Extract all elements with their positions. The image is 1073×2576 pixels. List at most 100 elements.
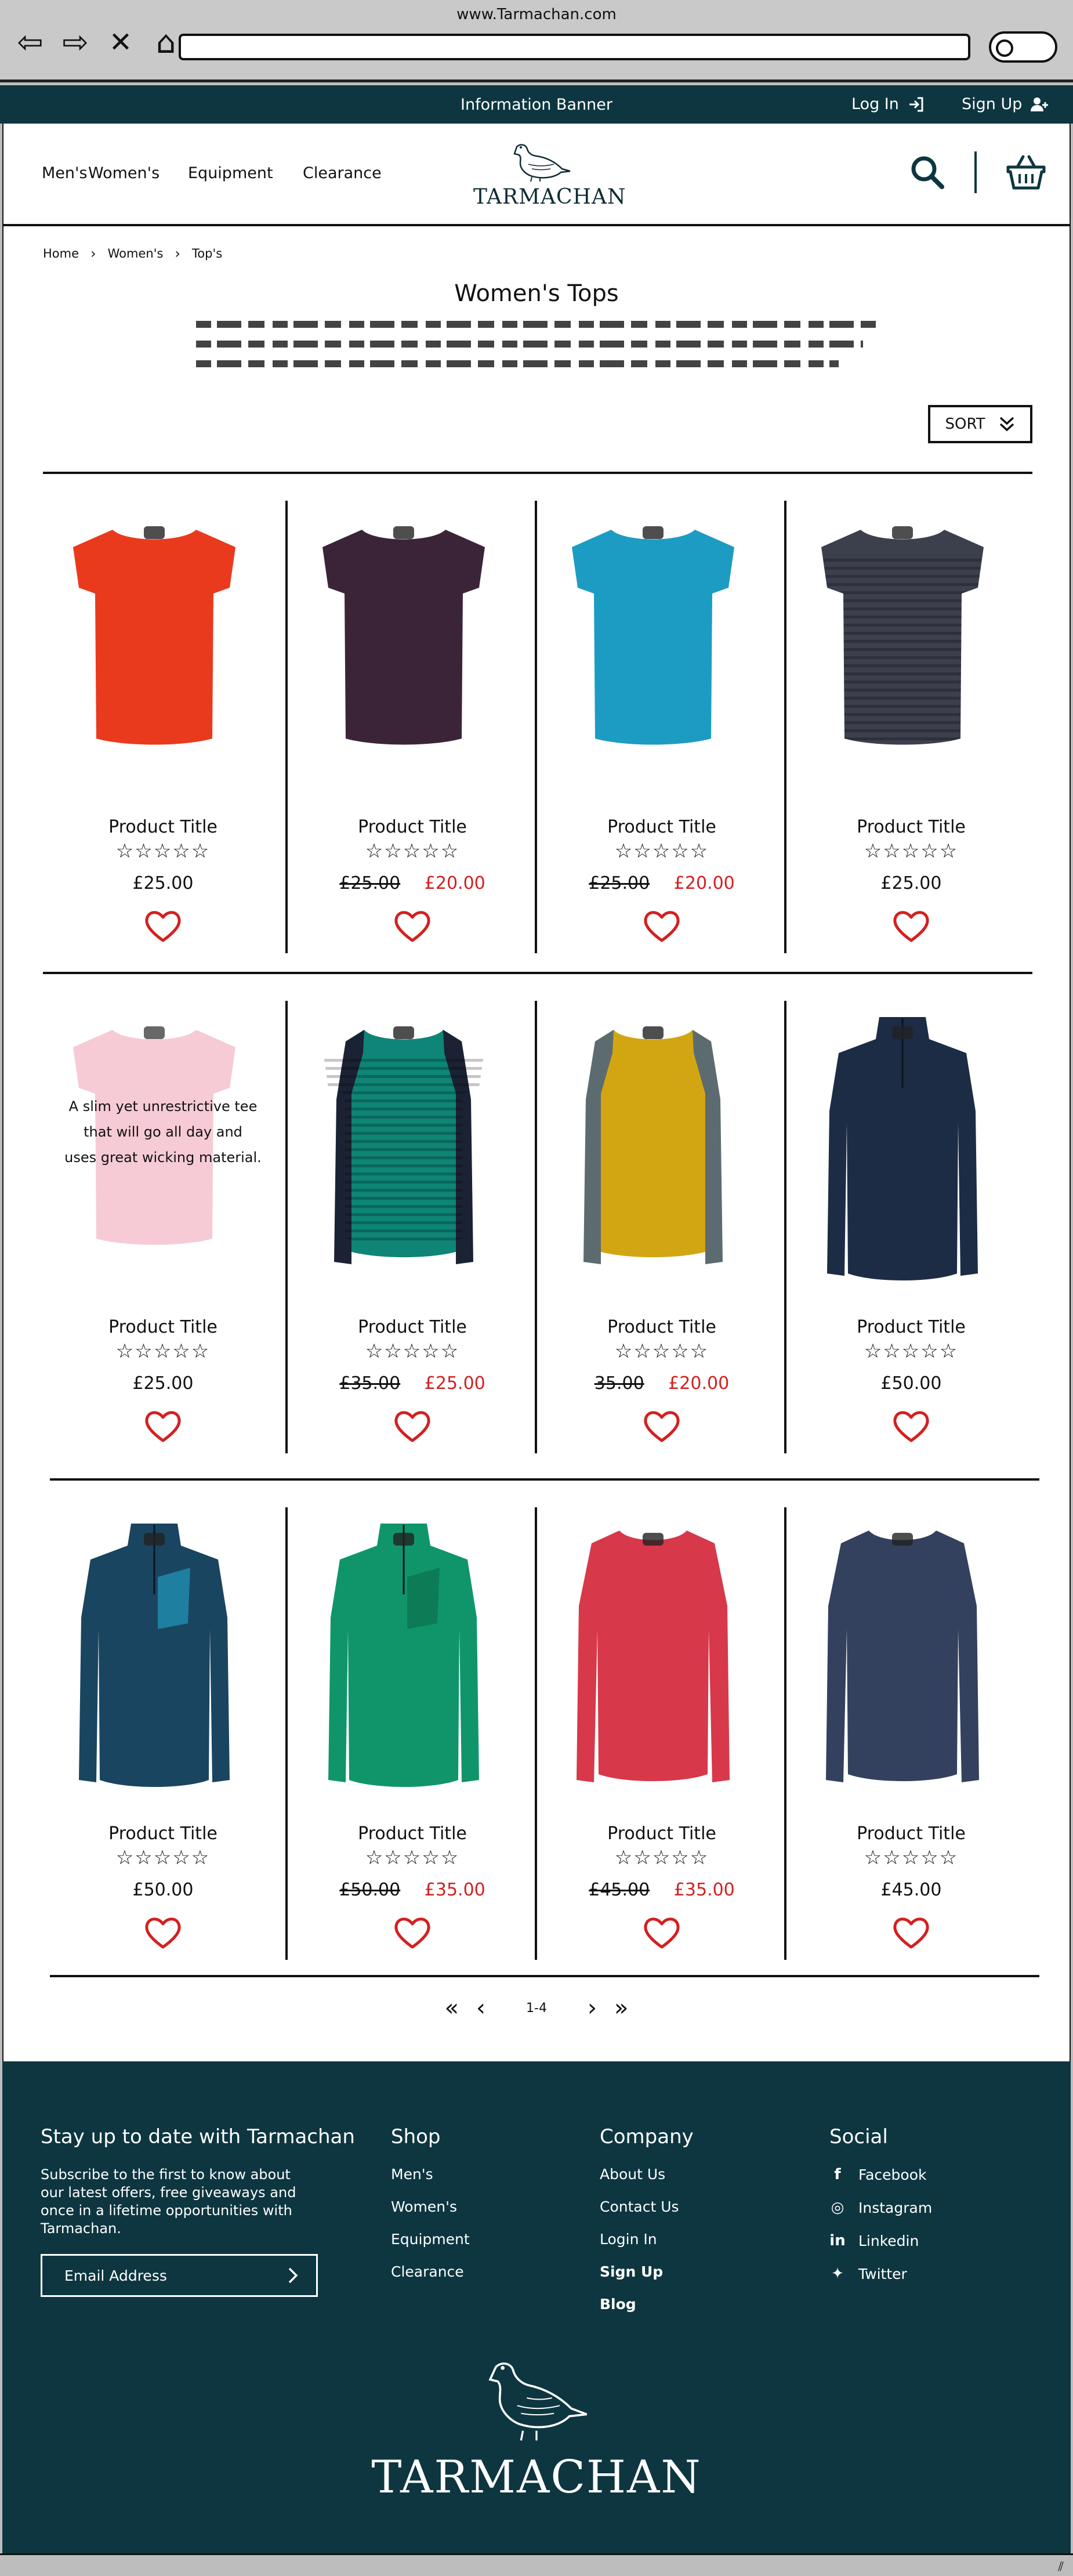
- first-page-icon[interactable]: «: [445, 1995, 459, 2021]
- product-card[interactable]: Product Title ☆☆☆☆☆ £35.00 £25.00: [288, 995, 537, 1453]
- nav-item[interactable]: Equipment: [188, 164, 303, 182]
- breadcrumb-home[interactable]: Home: [43, 247, 79, 261]
- previous-page-icon[interactable]: ‹: [476, 1995, 485, 2021]
- product-image[interactable]: [44, 1513, 264, 1803]
- old-price: £45.00: [589, 1880, 650, 1900]
- current-price: £25.00: [880, 873, 942, 893]
- wishlist-heart-icon[interactable]: [392, 1408, 433, 1444]
- close-icon[interactable]: ✕: [104, 23, 137, 61]
- product-title[interactable]: Product Title: [786, 1317, 1036, 1337]
- footer-link[interactable]: ✦ Twitter: [829, 2265, 932, 2282]
- product-card[interactable]: Product Title ☆☆☆☆☆ £50.00: [786, 995, 1036, 1448]
- wishlist-heart-icon[interactable]: [891, 908, 931, 944]
- product-image[interactable]: [293, 506, 514, 797]
- product-title[interactable]: Product Title: [537, 817, 786, 837]
- search-icon[interactable]: [909, 154, 945, 190]
- rating-stars[interactable]: ☆☆☆☆☆: [537, 840, 786, 863]
- footer-link[interactable]: Clearance: [391, 2263, 470, 2280]
- address-bar[interactable]: [179, 34, 970, 60]
- rating-stars[interactable]: ☆☆☆☆☆: [537, 1846, 786, 1869]
- wishlist-heart-icon[interactable]: [143, 1915, 183, 1951]
- product-card[interactable]: Product Title ☆☆☆☆☆ £45.00: [786, 1502, 1036, 1954]
- forward-icon[interactable]: ⇨: [59, 23, 92, 61]
- product-title[interactable]: Product Title: [288, 1824, 537, 1844]
- product-title[interactable]: Product Title: [38, 817, 288, 837]
- product-image[interactable]: [792, 1513, 1013, 1803]
- rating-stars[interactable]: ☆☆☆☆☆: [38, 840, 288, 863]
- browser-search[interactable]: [989, 31, 1057, 63]
- footer-link[interactable]: Blog: [600, 2296, 694, 2313]
- rating-stars[interactable]: ☆☆☆☆☆: [288, 1846, 537, 1869]
- login-link[interactable]: Log In: [851, 95, 925, 113]
- home-icon[interactable]: ⌂: [150, 23, 182, 61]
- product-card[interactable]: A slim yet unrestrictive tee that will go…: [38, 995, 288, 1453]
- product-image[interactable]: [543, 506, 763, 797]
- product-image[interactable]: [543, 1007, 763, 1297]
- wishlist-heart-icon[interactable]: [143, 908, 183, 944]
- rating-stars[interactable]: ☆☆☆☆☆: [786, 840, 1036, 863]
- product-card[interactable]: Product Title ☆☆☆☆☆ £50.00 £35.00: [288, 1502, 537, 1960]
- product-image[interactable]: [543, 1513, 763, 1803]
- footer-link[interactable]: Sign Up: [600, 2263, 694, 2280]
- rating-stars[interactable]: ☆☆☆☆☆: [288, 1340, 537, 1363]
- wishlist-heart-icon[interactable]: [641, 908, 682, 944]
- product-card[interactable]: Product Title ☆☆☆☆☆ 35.00 £20.00: [537, 995, 786, 1453]
- rating-stars[interactable]: ☆☆☆☆☆: [537, 1340, 786, 1363]
- wishlist-heart-icon[interactable]: [641, 1408, 682, 1444]
- product-card[interactable]: Product Title ☆☆☆☆☆ £45.00 £35.00: [537, 1502, 786, 1960]
- footer-link[interactable]: About Us: [600, 2166, 694, 2183]
- wishlist-heart-icon[interactable]: [392, 1915, 433, 1951]
- signup-link[interactable]: Sign Up: [962, 95, 1050, 113]
- next-page-icon[interactable]: ›: [588, 1995, 597, 2021]
- product-image[interactable]: [44, 506, 264, 797]
- footer-link[interactable]: Contact Us: [600, 2198, 694, 2215]
- nav-item[interactable]: Men's: [42, 164, 88, 182]
- rating-stars[interactable]: ☆☆☆☆☆: [288, 840, 537, 863]
- basket-icon[interactable]: [1006, 154, 1046, 190]
- product-title[interactable]: Product Title: [38, 1824, 288, 1844]
- sort-button[interactable]: SORT: [928, 405, 1032, 443]
- last-page-icon[interactable]: »: [614, 1995, 628, 2021]
- product-card[interactable]: Product Title ☆☆☆☆☆ £25.00 £20.00: [288, 495, 537, 953]
- product-title[interactable]: Product Title: [786, 1824, 1036, 1844]
- resize-handle-icon[interactable]: ⫽: [1058, 2560, 1064, 2574]
- wishlist-heart-icon[interactable]: [143, 1408, 183, 1444]
- nav-item[interactable]: Clearance: [303, 164, 396, 182]
- product-image[interactable]: [293, 1007, 514, 1297]
- footer-link[interactable]: ◎ Instagram: [829, 2199, 933, 2216]
- product-title[interactable]: Product Title: [786, 817, 1036, 837]
- rating-stars[interactable]: ☆☆☆☆☆: [38, 1340, 288, 1363]
- product-card[interactable]: Product Title ☆☆☆☆☆ £25.00: [786, 495, 1036, 947]
- footer-link[interactable]: Login In: [600, 2231, 694, 2248]
- footer-link[interactable]: Equipment: [391, 2231, 470, 2248]
- chevron-right-icon[interactable]: [287, 2267, 299, 2284]
- footer-link[interactable]: Women's: [391, 2198, 470, 2215]
- wishlist-heart-icon[interactable]: [641, 1915, 682, 1951]
- product-title[interactable]: Product Title: [537, 1317, 786, 1337]
- product-image[interactable]: [792, 506, 1013, 797]
- site-logo[interactable]: TARMACHAN: [473, 139, 625, 209]
- product-card[interactable]: Product Title ☆☆☆☆☆ £25.00: [38, 495, 288, 953]
- wishlist-heart-icon[interactable]: [392, 908, 433, 944]
- product-title[interactable]: Product Title: [38, 1317, 288, 1337]
- product-card[interactable]: Product Title ☆☆☆☆☆ £50.00: [38, 1502, 288, 1960]
- product-image[interactable]: [792, 1007, 1013, 1297]
- wishlist-heart-icon[interactable]: [891, 1915, 931, 1951]
- footer-link[interactable]: Men's: [391, 2166, 470, 2183]
- breadcrumb-womens[interactable]: Women's: [108, 247, 164, 261]
- footer-link[interactable]: f Facebook: [829, 2166, 932, 2183]
- product-card[interactable]: Product Title ☆☆☆☆☆ £25.00 £20.00: [537, 495, 786, 953]
- product-image[interactable]: [293, 1513, 514, 1803]
- rating-stars[interactable]: ☆☆☆☆☆: [786, 1846, 1036, 1869]
- rating-stars[interactable]: ☆☆☆☆☆: [38, 1846, 288, 1869]
- footer-link[interactable]: in Linkedin: [829, 2232, 932, 2249]
- back-icon[interactable]: ⇦: [14, 23, 46, 61]
- rating-stars[interactable]: ☆☆☆☆☆: [786, 1340, 1036, 1363]
- product-title[interactable]: Product Title: [288, 1317, 537, 1337]
- footer-logo[interactable]: TARMACHAN: [2, 2357, 1071, 2503]
- wishlist-heart-icon[interactable]: [891, 1408, 931, 1444]
- product-title[interactable]: Product Title: [288, 817, 537, 837]
- email-field[interactable]: Email Address: [41, 2254, 318, 2297]
- nav-item[interactable]: Women's: [88, 164, 188, 182]
- product-title[interactable]: Product Title: [537, 1824, 786, 1844]
